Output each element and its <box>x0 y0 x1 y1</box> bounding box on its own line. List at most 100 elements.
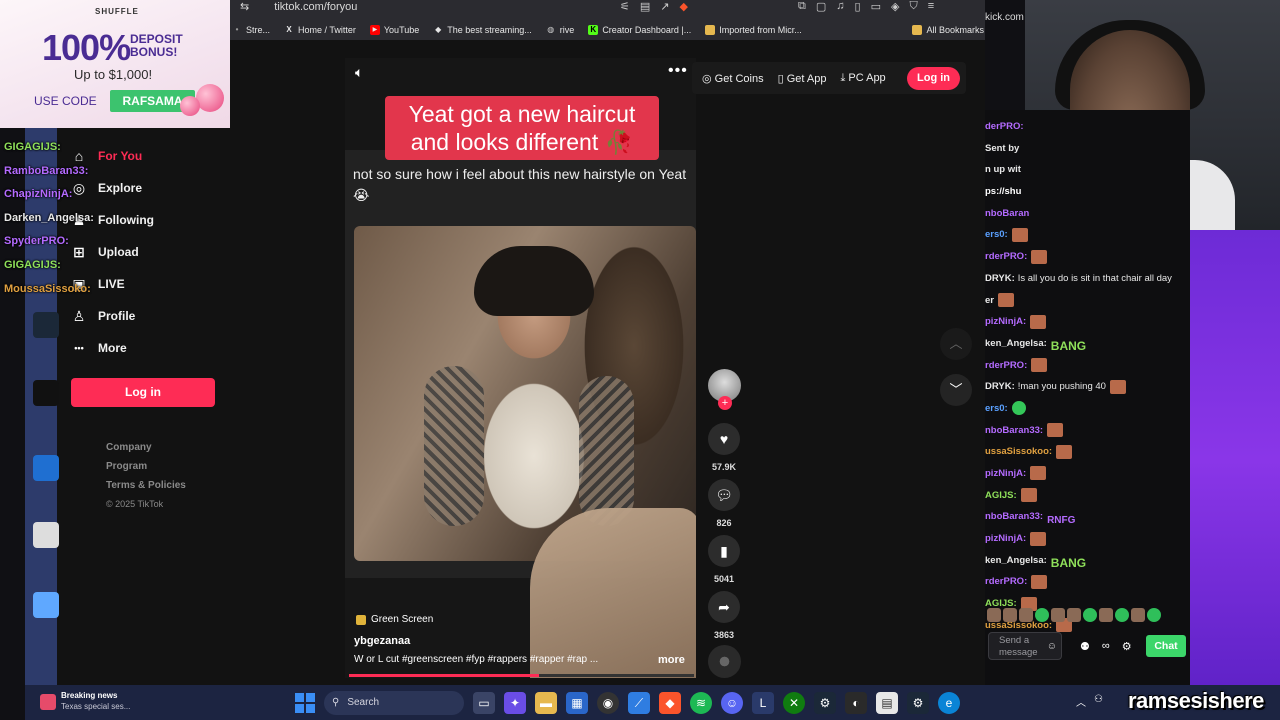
reader-icon[interactable]: ⚟ <box>620 0 630 13</box>
news-widget[interactable]: Breaking news Texas special ses... <box>61 690 130 712</box>
description-more-link[interactable]: more <box>658 654 685 666</box>
chat-username[interactable]: ken_Angelsa: <box>985 555 1047 566</box>
chat-username[interactable]: AGIJS: <box>985 490 1017 501</box>
kick-app-icon[interactable]: ⟋ <box>628 692 650 714</box>
sidebar-login-button[interactable]: Log in <box>71 378 215 407</box>
emote-icon[interactable] <box>1147 608 1161 622</box>
gear-icon[interactable]: ⚙ <box>1122 640 1132 653</box>
chat-message-input[interactable]: Send a message ☺ <box>988 632 1062 660</box>
video-player[interactable]: Yeat got a new haircut and looks differe… <box>345 58 696 678</box>
emote-icon[interactable] <box>1019 608 1033 622</box>
tabs-icon[interactable]: ▭ <box>871 0 881 13</box>
chat-username[interactable]: pizNinjA: <box>985 468 1026 479</box>
chat-username[interactable]: rderPRO: <box>985 576 1027 587</box>
bookmark-item[interactable]: ◆ The best streaming... <box>433 25 532 35</box>
top-login-button[interactable]: Log in <box>907 67 960 90</box>
chat-send-button[interactable]: Chat <box>1146 635 1186 657</box>
windows-start-icon[interactable] <box>295 693 315 713</box>
desktop-icon-xrite[interactable] <box>27 522 65 550</box>
chat-username[interactable]: DRYK: <box>985 273 1015 284</box>
chat-username[interactable]: ers0: <box>985 403 1008 414</box>
nav-for-you[interactable]: ⌂ For You <box>70 140 230 172</box>
footer-link-company[interactable]: Company <box>106 438 186 457</box>
share-icon[interactable]: ↗ <box>660 0 669 13</box>
share-icon[interactable]: ➦ <box>708 591 740 623</box>
users-icon[interactable]: ⚉ <box>1080 640 1090 653</box>
music-icon[interactable]: ♫ <box>836 0 844 13</box>
discord-icon[interactable]: ☺ <box>721 692 743 714</box>
cast-icon[interactable]: ▤ <box>640 0 650 13</box>
comment-action[interactable]: 💬︎ 826 <box>706 479 742 528</box>
steam-link-icon[interactable]: ⚙ <box>907 692 929 714</box>
desktop-icon-wallpaper[interactable] <box>27 455 65 483</box>
chevron-up-icon[interactable]: ︿ <box>940 328 972 360</box>
xbox-icon[interactable]: ✕ <box>783 692 805 714</box>
chevron-up-icon[interactable]: ︿ <box>1076 694 1086 709</box>
all-bookmarks[interactable]: All Bookmarks <box>912 25 984 35</box>
more-options-icon[interactable]: ••• <box>668 62 688 80</box>
desktop-icon-steam[interactable] <box>27 312 65 340</box>
chat-username[interactable]: ussaSissokoo: <box>985 446 1052 457</box>
chat-username[interactable]: er <box>985 295 994 306</box>
chat-username[interactable]: nboBaran <box>985 208 1029 219</box>
file-explorer-icon[interactable]: ▬ <box>535 692 557 714</box>
tray-app-icon[interactable]: ⚇ <box>1094 694 1103 709</box>
wallet-icon[interactable]: ◈ <box>891 0 899 13</box>
bookmark-item[interactable]: • Stre... <box>232 25 270 35</box>
screenshot-icon[interactable]: ▢ <box>816 0 826 13</box>
share-action[interactable]: ➦ 3863 <box>706 591 742 640</box>
volume-icon[interactable]: 🔈︎ <box>355 64 363 81</box>
nav-upload[interactable]: ⊞ Upload <box>70 236 230 268</box>
chat-username[interactable]: nboBaran33: <box>985 511 1043 522</box>
chat-username[interactable]: ken_Angelsa: <box>985 338 1047 349</box>
chat-username[interactable]: derPRO: <box>985 121 1024 132</box>
emote-icon[interactable] <box>1051 608 1065 622</box>
desktop-icon-epic[interactable] <box>27 380 65 408</box>
effect-tag[interactable]: Green Screen <box>356 614 433 625</box>
get-coins-button[interactable]: ◎ Get Coins <box>702 72 764 85</box>
chat-username[interactable]: ps://shu <box>985 186 1021 197</box>
taskbar-search[interactable]: ⚲ Search <box>324 691 464 715</box>
nav-more[interactable]: ••• More <box>70 332 230 364</box>
like-action[interactable]: ♥ 57.9K <box>706 423 742 472</box>
video-username[interactable]: ybgezanaa <box>354 635 410 647</box>
creator-avatar[interactable]: + <box>708 369 741 410</box>
footer-link-program[interactable]: Program <box>106 457 186 476</box>
desktop-icon-fortnite[interactable] <box>27 592 65 620</box>
emote-icon[interactable] <box>987 608 1001 622</box>
emoji-icon[interactable]: ☺ <box>1047 641 1057 653</box>
chat-username[interactable]: n up wit <box>985 164 1021 175</box>
brave-taskbar-icon[interactable]: ◆ <box>659 692 681 714</box>
chat-username[interactable]: rderPRO: <box>985 360 1027 371</box>
emote-icon[interactable] <box>1099 608 1113 622</box>
emote-icon[interactable] <box>1083 608 1097 622</box>
video-progress-bar[interactable] <box>349 674 694 677</box>
app-icon[interactable]: ◐ <box>845 692 867 714</box>
bookmark-item[interactable]: ◍ rive <box>546 25 574 35</box>
copilot-icon[interactable]: ✦ <box>504 692 526 714</box>
store-icon[interactable]: ▦ <box>566 692 588 714</box>
chat-username[interactable]: rderPRO: <box>985 251 1027 262</box>
chat-username[interactable]: DRYK: <box>985 381 1015 392</box>
menu-icon[interactable]: ≡ <box>928 0 934 13</box>
chat-username[interactable]: Sent by <box>985 143 1019 154</box>
infinity-icon[interactable]: ∞ <box>1102 640 1110 653</box>
address-bar[interactable]: ⇆ tiktok.com/foryou <box>240 0 357 13</box>
bookmark-item[interactable]: ▶ YouTube <box>369 25 419 35</box>
heart-icon[interactable]: ♥ <box>708 423 740 455</box>
emote-icon[interactable] <box>1035 608 1049 622</box>
edge-icon[interactable]: e <box>938 692 960 714</box>
nav-profile[interactable]: ♙ Profile <box>70 300 230 332</box>
shield-icon[interactable]: ⛉ <box>909 0 917 13</box>
chat-username[interactable]: pizNinjA: <box>985 316 1026 327</box>
sidebar-icon[interactable]: ▯ <box>855 0 861 13</box>
follow-plus-icon[interactable]: + <box>718 396 732 410</box>
nav-following[interactable]: ♟ Following <box>70 204 230 236</box>
document-icon[interactable]: ▤ <box>876 692 898 714</box>
bookmark-folder[interactable]: Imported from Micr... <box>705 25 802 35</box>
nav-explore[interactable]: ◎ Explore <box>70 172 230 204</box>
save-action[interactable]: ▮ 5041 <box>706 535 742 584</box>
chevron-down-icon[interactable]: ﹀ <box>940 374 972 406</box>
bookmark-icon[interactable]: ▮ <box>708 535 740 567</box>
emote-icon[interactable] <box>1131 608 1145 622</box>
